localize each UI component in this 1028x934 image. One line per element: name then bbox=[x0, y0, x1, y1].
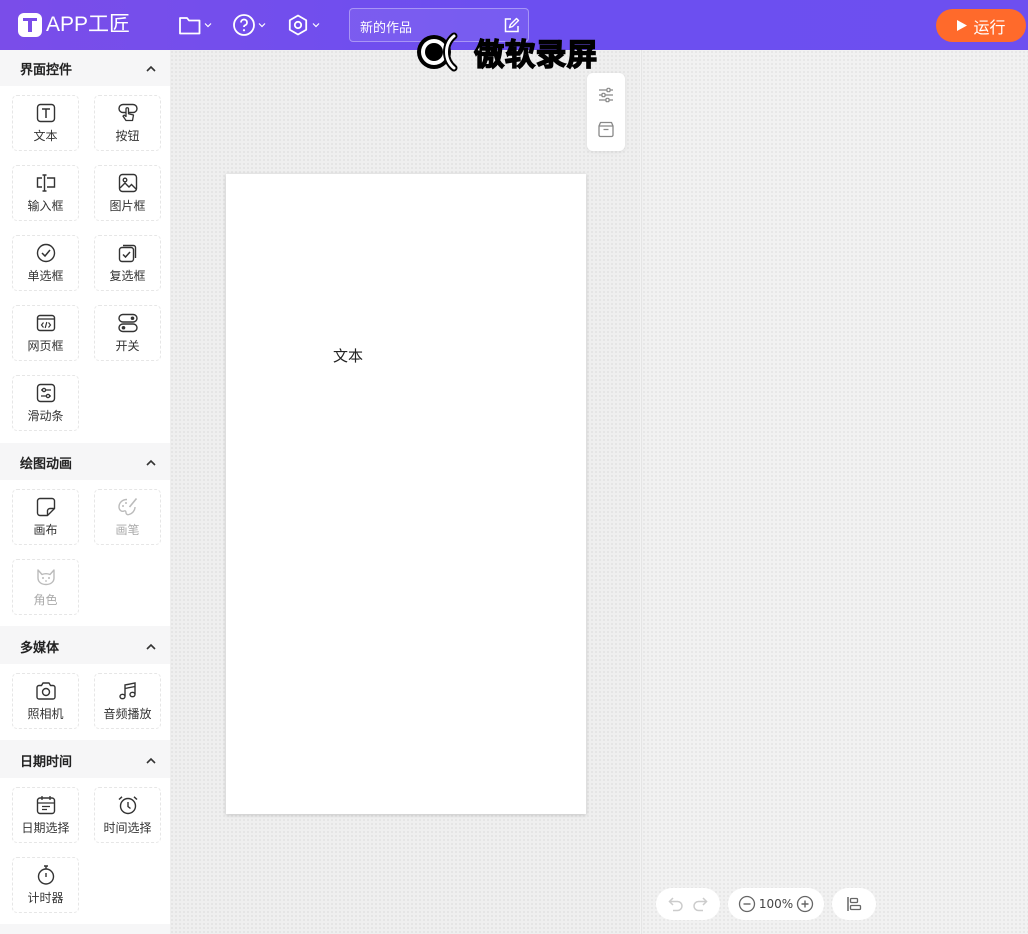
stopwatch-icon bbox=[37, 864, 54, 885]
store-icon[interactable] bbox=[597, 120, 615, 138]
settings-icon bbox=[288, 14, 308, 36]
chevron-down-icon bbox=[258, 23, 266, 28]
settings-menu-button[interactable] bbox=[286, 12, 320, 38]
component-time-picker[interactable]: 时间选择 bbox=[94, 787, 161, 843]
chevron-up-icon[interactable] bbox=[146, 757, 156, 764]
section-body-drawing: 画布 画笔 角色 bbox=[0, 480, 170, 626]
run-button-label: 运行 bbox=[973, 17, 1006, 37]
section-header-drawing[interactable]: 绘图动画 bbox=[0, 444, 170, 480]
adjust-sliders-icon[interactable] bbox=[597, 86, 615, 104]
design-canvas-area[interactable]: 文本 bbox=[170, 50, 640, 934]
logo-text: APP工匠 bbox=[46, 13, 131, 36]
redo-icon[interactable] bbox=[691, 895, 709, 913]
undo-icon[interactable] bbox=[667, 895, 685, 913]
radio-check-icon bbox=[36, 243, 55, 262]
component-brush[interactable]: 画笔 bbox=[94, 489, 161, 545]
component-input[interactable]: 输入框 bbox=[12, 165, 79, 221]
canvas-icon bbox=[36, 497, 55, 516]
section-body-multimedia: 照相机 音频播放 bbox=[0, 664, 170, 740]
help-menu-button[interactable] bbox=[232, 12, 266, 38]
section-body-ui-controls: 文本 按钮 输入框 图片框 单选框 复选框 网页框 开关 滑动条 bbox=[0, 86, 170, 443]
chevron-up-icon[interactable] bbox=[146, 65, 156, 72]
component-sprite[interactable]: 角色 bbox=[12, 559, 79, 615]
component-checkbox[interactable]: 复选框 bbox=[94, 235, 161, 291]
component-image[interactable]: 图片框 bbox=[94, 165, 161, 221]
component-audio[interactable]: 音频播放 bbox=[94, 673, 161, 729]
section-title: 多媒体 bbox=[20, 640, 60, 656]
switch-icon bbox=[117, 313, 138, 332]
image-icon bbox=[118, 173, 137, 192]
component-text[interactable]: 文本 bbox=[12, 95, 79, 151]
component-date-picker[interactable]: 日期选择 bbox=[12, 787, 79, 843]
canvas-tools-panel bbox=[587, 73, 625, 151]
recorder-watermark: 傲软录屏 bbox=[414, 30, 598, 74]
section-header-datetime[interactable]: 日期时间 bbox=[0, 742, 170, 778]
undo-redo-group bbox=[656, 888, 720, 920]
music-note-icon bbox=[118, 681, 136, 699]
calendar-icon bbox=[36, 795, 55, 814]
component-webview[interactable]: 网页框 bbox=[12, 305, 79, 361]
component-timer[interactable]: 计时器 bbox=[12, 857, 79, 913]
logo-icon bbox=[18, 13, 42, 37]
recorder-logo-icon bbox=[417, 32, 458, 72]
checkbox-icon bbox=[118, 244, 136, 262]
slider-icon bbox=[36, 383, 55, 402]
tap-button-icon bbox=[117, 103, 138, 121]
zoom-out-icon[interactable] bbox=[738, 895, 756, 913]
cat-face-icon bbox=[36, 568, 55, 585]
watermark-text: 傲软录屏 bbox=[473, 37, 598, 74]
section-title: 日期时间 bbox=[20, 754, 73, 770]
component-sidebar: 界面控件 文本 按钮 输入框 图片框 单选框 复选框 网页框 开关 滑动条 绘图… bbox=[0, 50, 170, 934]
phone-screen[interactable]: 文本 bbox=[226, 174, 586, 814]
chevron-up-icon[interactable] bbox=[146, 643, 156, 650]
section-header-ui-controls[interactable]: 界面控件 bbox=[0, 50, 170, 86]
section-body-datetime: 日期选择 时间选择 计时器 bbox=[0, 778, 170, 924]
component-canvas[interactable]: 画布 bbox=[12, 489, 79, 545]
component-button[interactable]: 按钮 bbox=[94, 95, 161, 151]
folder-icon bbox=[179, 17, 201, 35]
run-button[interactable]: 运行 bbox=[936, 9, 1026, 42]
web-frame-icon bbox=[36, 314, 55, 331]
align-left-icon bbox=[847, 897, 862, 911]
chevron-down-icon bbox=[312, 23, 320, 28]
chevron-up-icon[interactable] bbox=[146, 459, 156, 466]
project-title-text[interactable]: 新的作品 bbox=[360, 17, 412, 36]
component-slider[interactable]: 滑动条 bbox=[12, 375, 79, 431]
component-switch[interactable]: 开关 bbox=[94, 305, 161, 361]
text-component[interactable]: 文本 bbox=[333, 345, 363, 366]
section-title: 界面控件 bbox=[20, 62, 73, 78]
section-title: 绘图动画 bbox=[20, 456, 73, 472]
palette-brush-icon bbox=[117, 497, 137, 515]
properties-area: 100% bbox=[641, 50, 1028, 934]
alarm-clock-icon bbox=[117, 795, 138, 814]
app-logo[interactable]: APP工匠 bbox=[18, 13, 130, 37]
zoom-in-icon[interactable] bbox=[796, 895, 814, 913]
text-icon bbox=[36, 103, 55, 122]
chevron-down-icon bbox=[204, 23, 212, 28]
section-header-multimedia[interactable]: 多媒体 bbox=[0, 628, 170, 664]
component-camera[interactable]: 照相机 bbox=[12, 673, 79, 729]
align-button[interactable] bbox=[832, 888, 876, 920]
zoom-level: 100% bbox=[758, 897, 794, 911]
component-radio[interactable]: 单选框 bbox=[12, 235, 79, 291]
help-icon bbox=[233, 14, 255, 36]
play-icon bbox=[957, 20, 968, 31]
camera-icon bbox=[35, 681, 56, 700]
zoom-control: 100% bbox=[728, 888, 824, 920]
file-menu-button[interactable] bbox=[178, 12, 212, 38]
input-box-icon bbox=[36, 173, 55, 192]
